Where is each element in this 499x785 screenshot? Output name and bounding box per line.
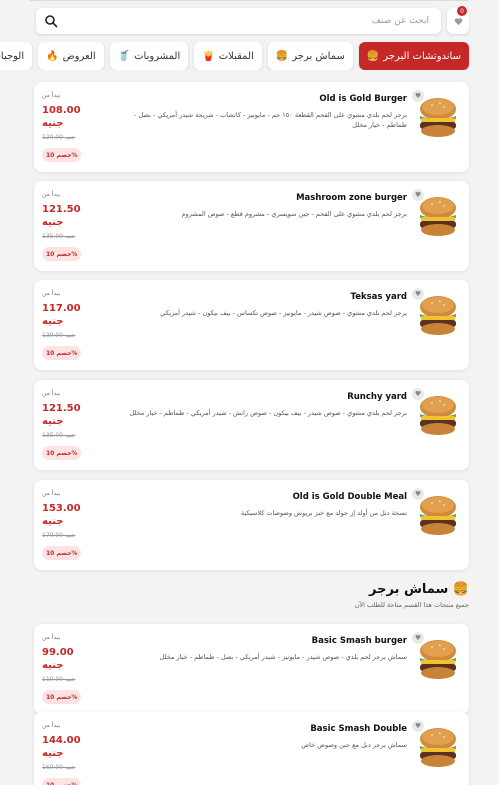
discount-badge: خصم 10% bbox=[42, 778, 82, 785]
favorite-heart-icon[interactable]: ♥ bbox=[412, 90, 424, 102]
discount-badge: خصم 10% bbox=[42, 446, 82, 460]
discount-badge: خصم 10% bbox=[42, 148, 82, 162]
burger-icon: 🍔 bbox=[452, 582, 469, 597]
product-card[interactable]: ♥ Basic Smash Double سماش برجر دبل مع جبن … bbox=[34, 712, 469, 785]
price-from-label: يبدأ من bbox=[42, 722, 60, 729]
product-description: سماش برجر لحم بلدي - صوص شيدر - مايونيز … bbox=[159, 653, 407, 661]
favorite-heart-icon[interactable]: ♥ bbox=[412, 388, 424, 400]
product-name: Basic Smash Double bbox=[310, 724, 407, 734]
product-description: نسخة دبل من أولد إز جولد مع خبز بريوش وص… bbox=[240, 509, 407, 517]
cart-button[interactable]: 0 bbox=[447, 6, 469, 34]
product-description: سماش برجر دبل مع جبن وصوص خاص bbox=[301, 741, 407, 749]
tab-4[interactable]: العروض 🔥 bbox=[38, 42, 104, 70]
product-price: 144.00 جنيه bbox=[42, 735, 81, 759]
product-description: برجر لحم بلدي مشوي على الفحم - جبن سويسر… bbox=[181, 210, 407, 218]
favorite-heart-icon[interactable]: ♥ bbox=[412, 189, 424, 201]
section-title: سماش برجر 🍔 bbox=[369, 582, 469, 597]
tab-label: سماش برجر bbox=[292, 50, 345, 62]
discount-badge: خصم 10% bbox=[42, 546, 82, 560]
section-header-smash: سماش برجر 🍔 جميع منتجات هذا القسم متاحة … bbox=[355, 582, 469, 609]
discount-badge: خصم 10% bbox=[42, 247, 82, 261]
old-price: 120.00 جنيه bbox=[42, 134, 76, 141]
category-tabs: ساندوتشات البرجر 🍔 سماش برجر 🍔 المقبلات 🍟 المش… bbox=[0, 42, 499, 70]
product-image[interactable] bbox=[415, 724, 461, 770]
product-image[interactable] bbox=[415, 492, 461, 538]
tab-icon: 🍔 bbox=[275, 50, 289, 62]
old-price: 170.00 جنيه bbox=[42, 532, 76, 539]
product-image[interactable] bbox=[415, 392, 461, 438]
tab-5[interactable]: الوجبات والكومبو bbox=[0, 42, 33, 70]
price-from-label: يبدأ من bbox=[42, 390, 60, 397]
tab-icon: 🥤 bbox=[117, 50, 131, 62]
product-image[interactable] bbox=[415, 94, 461, 140]
product-price: 121.50 جنيه bbox=[42, 403, 81, 427]
price-from-label: يبدأ من bbox=[42, 490, 60, 497]
cart-count-badge: 0 bbox=[457, 6, 467, 16]
tab-3[interactable]: المشروبات 🥤 bbox=[109, 42, 189, 70]
tab-1[interactable]: سماش برجر 🍔 bbox=[267, 42, 353, 70]
product-name: Old is Gold Double Meal bbox=[292, 492, 407, 502]
product-description: برجر لحم بلدي مشوي - صوص شيدر - مايونيز … bbox=[160, 309, 407, 317]
discount-badge: خصم 10% bbox=[42, 690, 82, 704]
tab-label: الوجبات والكومبو bbox=[0, 50, 25, 62]
product-price: 108.00 جنيه bbox=[42, 105, 81, 129]
old-price: 160.00 جنيه bbox=[42, 764, 76, 771]
product-price: 117.00 جنيه bbox=[42, 303, 81, 327]
price-from-label: يبدأ من bbox=[42, 634, 60, 641]
tab-icon: 🍟 bbox=[202, 50, 215, 62]
product-name: Runchy yard bbox=[347, 392, 407, 402]
top-divider bbox=[30, 0, 469, 1]
old-price: 135.00 جنيه bbox=[42, 432, 76, 439]
product-description: برجر لحم بلدي مشوي على الفحم القطعة ١٥٠ … bbox=[134, 111, 407, 129]
product-image[interactable] bbox=[415, 636, 461, 682]
product-price: 99.00 جنيه bbox=[42, 647, 74, 671]
search-bar[interactable]: ابحث عن صنف bbox=[36, 8, 441, 34]
product-description: برجر لحم بلدي مشوي - صوص شيدر - بيف بيكو… bbox=[129, 409, 407, 417]
heart-icon bbox=[454, 17, 462, 25]
tab-label: العروض bbox=[62, 50, 96, 62]
old-price: 110.00 جنيه bbox=[42, 676, 76, 683]
tab-label: ساندوتشات البرجر bbox=[383, 50, 461, 62]
product-image[interactable] bbox=[415, 292, 461, 338]
product-image[interactable] bbox=[415, 193, 461, 239]
search-input[interactable]: ابحث عن صنف bbox=[58, 16, 433, 26]
product-card[interactable]: ♥ Teksas yard برجر لحم بلدي مشوي - صوص شيد… bbox=[34, 280, 469, 370]
product-card[interactable]: ♥ Basic Smash burger سماش برجر لحم بلدي - … bbox=[34, 624, 469, 714]
product-price: 121.50 جنيه bbox=[42, 204, 81, 228]
favorite-heart-icon[interactable]: ♥ bbox=[412, 632, 424, 644]
tab-label: المشروبات bbox=[134, 50, 181, 62]
tab-icon: 🍔 bbox=[366, 50, 380, 62]
product-card[interactable]: ♥ Old is Gold Burger برجر لحم بلدي مشوي عل… bbox=[34, 82, 469, 172]
tab-2[interactable]: المقبلات 🍟 bbox=[194, 42, 262, 70]
favorite-heart-icon[interactable]: ♥ bbox=[412, 720, 424, 732]
product-name: Basic Smash burger bbox=[311, 636, 407, 646]
product-card[interactable]: ♥ Runchy yard برجر لحم بلدي مشوي - صوص شيد… bbox=[34, 380, 469, 470]
price-from-label: يبدأ من bbox=[42, 290, 60, 297]
tab-0[interactable]: ساندوتشات البرجر 🍔 bbox=[358, 42, 469, 70]
product-name: Mashroom zone burger bbox=[296, 193, 407, 203]
discount-badge: خصم 10% bbox=[42, 346, 82, 360]
tab-icon: 🔥 bbox=[46, 50, 59, 62]
favorite-heart-icon[interactable]: ♥ bbox=[412, 488, 424, 500]
product-card[interactable]: ♥ Old is Gold Double Meal نسخة دبل من أولد… bbox=[34, 480, 469, 570]
section-subtitle: جميع منتجات هذا القسم متاحة للطلب الآن bbox=[354, 601, 469, 609]
search-row: ابحث عن صنف 0 bbox=[36, 6, 469, 34]
product-price: 153.00 جنيه bbox=[42, 503, 81, 527]
product-name: Teksas yard bbox=[350, 292, 407, 302]
tab-label: المقبلات bbox=[218, 50, 254, 62]
old-price: 130.00 جنيه bbox=[42, 332, 76, 339]
search-icon[interactable] bbox=[44, 14, 58, 28]
product-card[interactable]: ♥ Mashroom zone burger برجر لحم بلدي مشوي … bbox=[34, 181, 469, 271]
price-from-label: يبدأ من bbox=[42, 191, 60, 198]
price-from-label: يبدأ من bbox=[42, 92, 60, 99]
old-price: 135.00 جنيه bbox=[42, 233, 76, 240]
product-name: Old is Gold Burger bbox=[319, 94, 407, 104]
favorite-heart-icon[interactable]: ♥ bbox=[412, 288, 424, 300]
